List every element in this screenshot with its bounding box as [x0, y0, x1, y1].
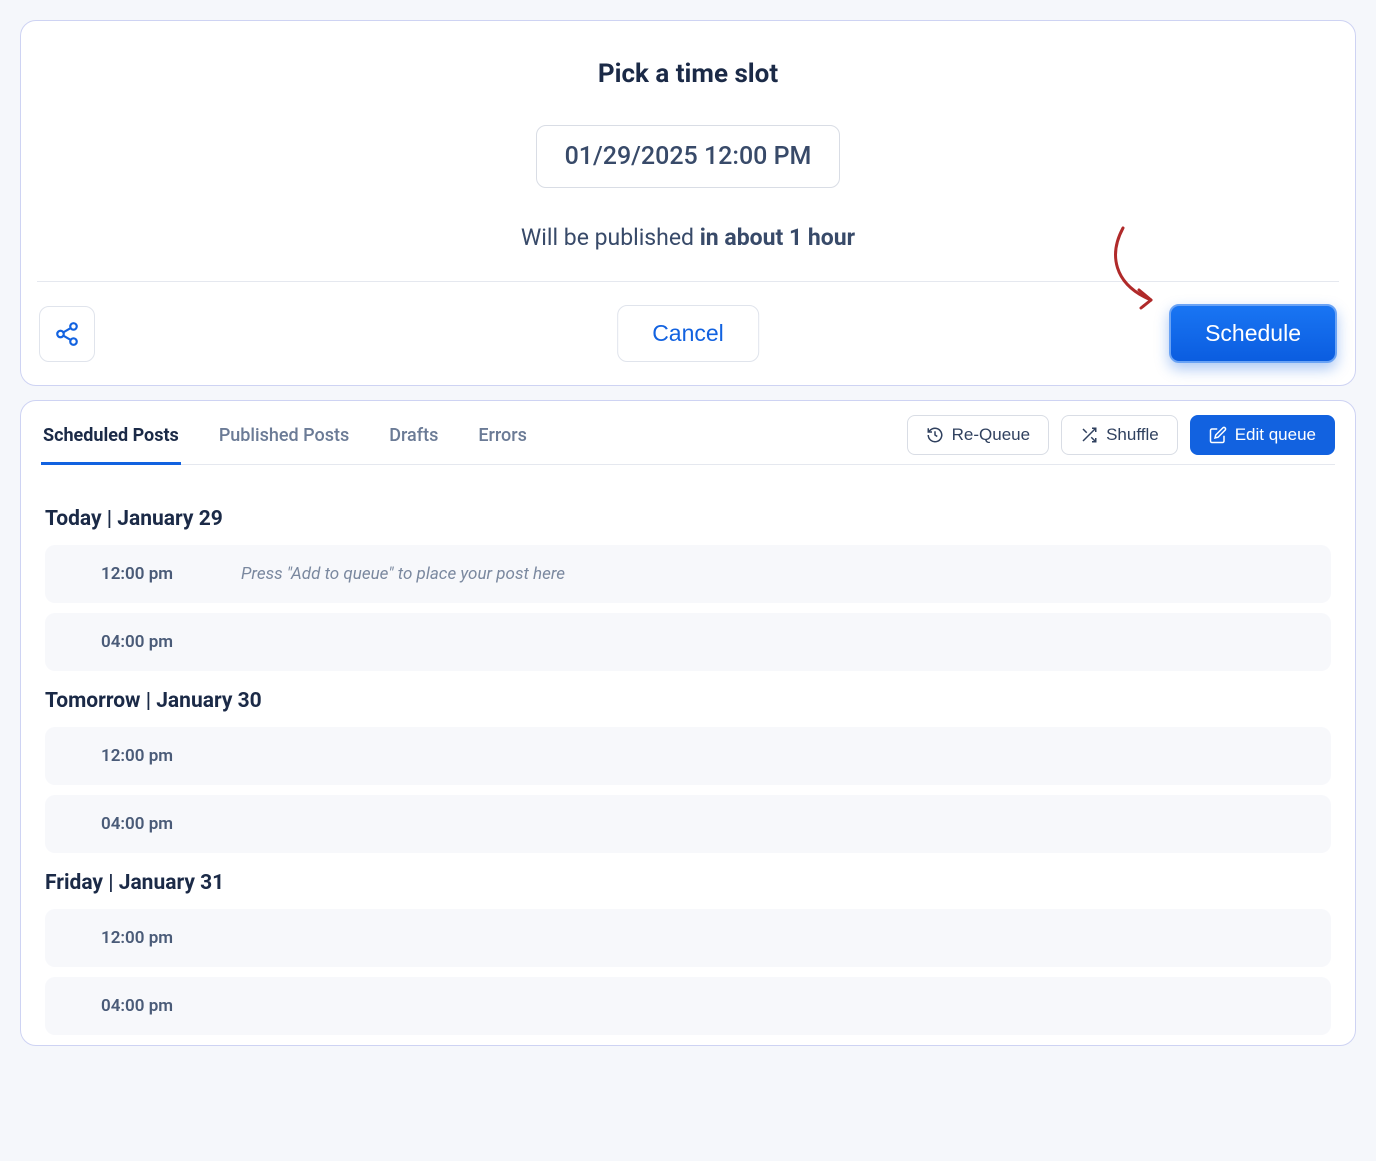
requeue-label: Re-Queue	[952, 425, 1030, 445]
slot-row[interactable]: 04:00 pm	[45, 613, 1331, 671]
slot-row[interactable]: 12:00 pm	[45, 909, 1331, 967]
queue-header: Scheduled Posts Published Posts Drafts Erro…	[41, 413, 1335, 465]
tab-published-posts[interactable]: Published Posts	[217, 413, 351, 465]
slot-time: 12:00 pm	[101, 928, 187, 948]
shuffle-label: Shuffle	[1106, 425, 1159, 445]
slot-row[interactable]: 12:00 pm Press "Add to queue" to place yo…	[45, 545, 1331, 603]
slot-row[interactable]: 04:00 pm	[45, 795, 1331, 853]
slot-time: 04:00 pm	[101, 814, 187, 834]
slot-row[interactable]: 12:00 pm	[45, 727, 1331, 785]
day-label: Tomorrow | January 30	[45, 689, 1331, 713]
timeslot-card: Pick a time slot 01/29/2025 12:00 PM Wil…	[20, 20, 1356, 386]
slot-time: 04:00 pm	[101, 632, 187, 652]
share-icon	[54, 321, 80, 347]
publish-relative: in about 1 hour	[700, 224, 855, 251]
slot-time: 12:00 pm	[101, 564, 187, 584]
cancel-button[interactable]: Cancel	[617, 305, 759, 362]
edit-queue-label: Edit queue	[1235, 425, 1316, 445]
publish-prefix: Will be published	[521, 224, 700, 251]
edit-icon	[1209, 426, 1227, 444]
schedule-body: Today | January 29 12:00 pm Press "Add to …	[41, 465, 1335, 1035]
tabs: Scheduled Posts Published Posts Drafts Erro…	[41, 413, 529, 464]
timeslot-title: Pick a time slot	[41, 59, 1335, 89]
share-button[interactable]	[39, 306, 95, 362]
edit-queue-button[interactable]: Edit queue	[1190, 415, 1335, 455]
datetime-input[interactable]: 01/29/2025 12:00 PM	[536, 125, 841, 188]
queue-card: Scheduled Posts Published Posts Drafts Erro…	[20, 400, 1356, 1046]
day-label: Today | January 29	[45, 507, 1331, 531]
day-label: Friday | January 31	[45, 871, 1331, 895]
schedule-button[interactable]: Schedule	[1169, 304, 1337, 363]
timeslot-body: Pick a time slot 01/29/2025 12:00 PM Wil…	[21, 21, 1355, 281]
shuffle-icon	[1080, 426, 1098, 444]
timeslot-actions: Cancel Schedule	[21, 282, 1355, 385]
tab-errors[interactable]: Errors	[476, 413, 529, 465]
queue-actions: Re-Queue Shuffle Edit queue	[907, 415, 1335, 463]
history-icon	[926, 426, 944, 444]
tab-drafts[interactable]: Drafts	[387, 413, 440, 465]
tab-scheduled-posts[interactable]: Scheduled Posts	[41, 413, 181, 465]
requeue-button[interactable]: Re-Queue	[907, 415, 1049, 455]
shuffle-button[interactable]: Shuffle	[1061, 415, 1178, 455]
slot-time: 12:00 pm	[101, 746, 187, 766]
slot-hint: Press "Add to queue" to place your post …	[241, 564, 565, 584]
publish-relative-text: Will be published in about 1 hour	[41, 224, 1335, 251]
slot-time: 04:00 pm	[101, 996, 187, 1016]
slot-row[interactable]: 04:00 pm	[45, 977, 1331, 1035]
